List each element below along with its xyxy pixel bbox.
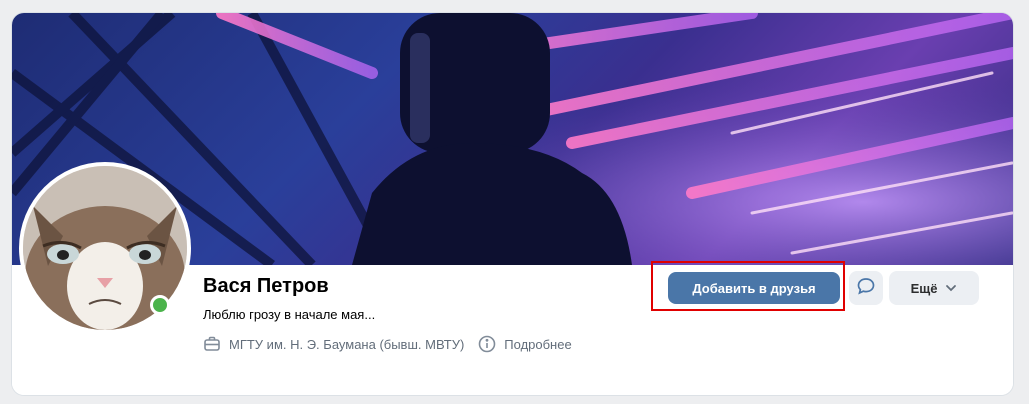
profile-name: Вася Петров <box>203 275 329 297</box>
chevron-down-icon <box>946 285 957 292</box>
education-text: МГТУ им. Н. Э. Баумана (бывш. МВТУ) <box>229 336 465 352</box>
message-button[interactable] <box>849 271 883 305</box>
message-icon <box>856 276 876 301</box>
more-info-link[interactable]: Подробнее <box>478 335 572 353</box>
profile-meta: МГТУ им. Н. Э. Баумана (бывш. МВТУ) Подр… <box>203 335 586 353</box>
online-indicator <box>150 295 170 315</box>
add-friend-button[interactable]: Добавить в друзья <box>668 272 840 304</box>
education-item[interactable]: МГТУ им. Н. Э. Баумана (бывш. МВТУ) <box>203 335 464 353</box>
more-info-text: Подробнее <box>504 336 572 352</box>
profile-status: Люблю грозу в начале мая... <box>203 307 376 322</box>
info-icon <box>478 335 496 353</box>
more-button[interactable]: Ещё <box>889 271 979 305</box>
more-button-label: Ещё <box>910 280 938 296</box>
briefcase-icon <box>203 335 221 353</box>
